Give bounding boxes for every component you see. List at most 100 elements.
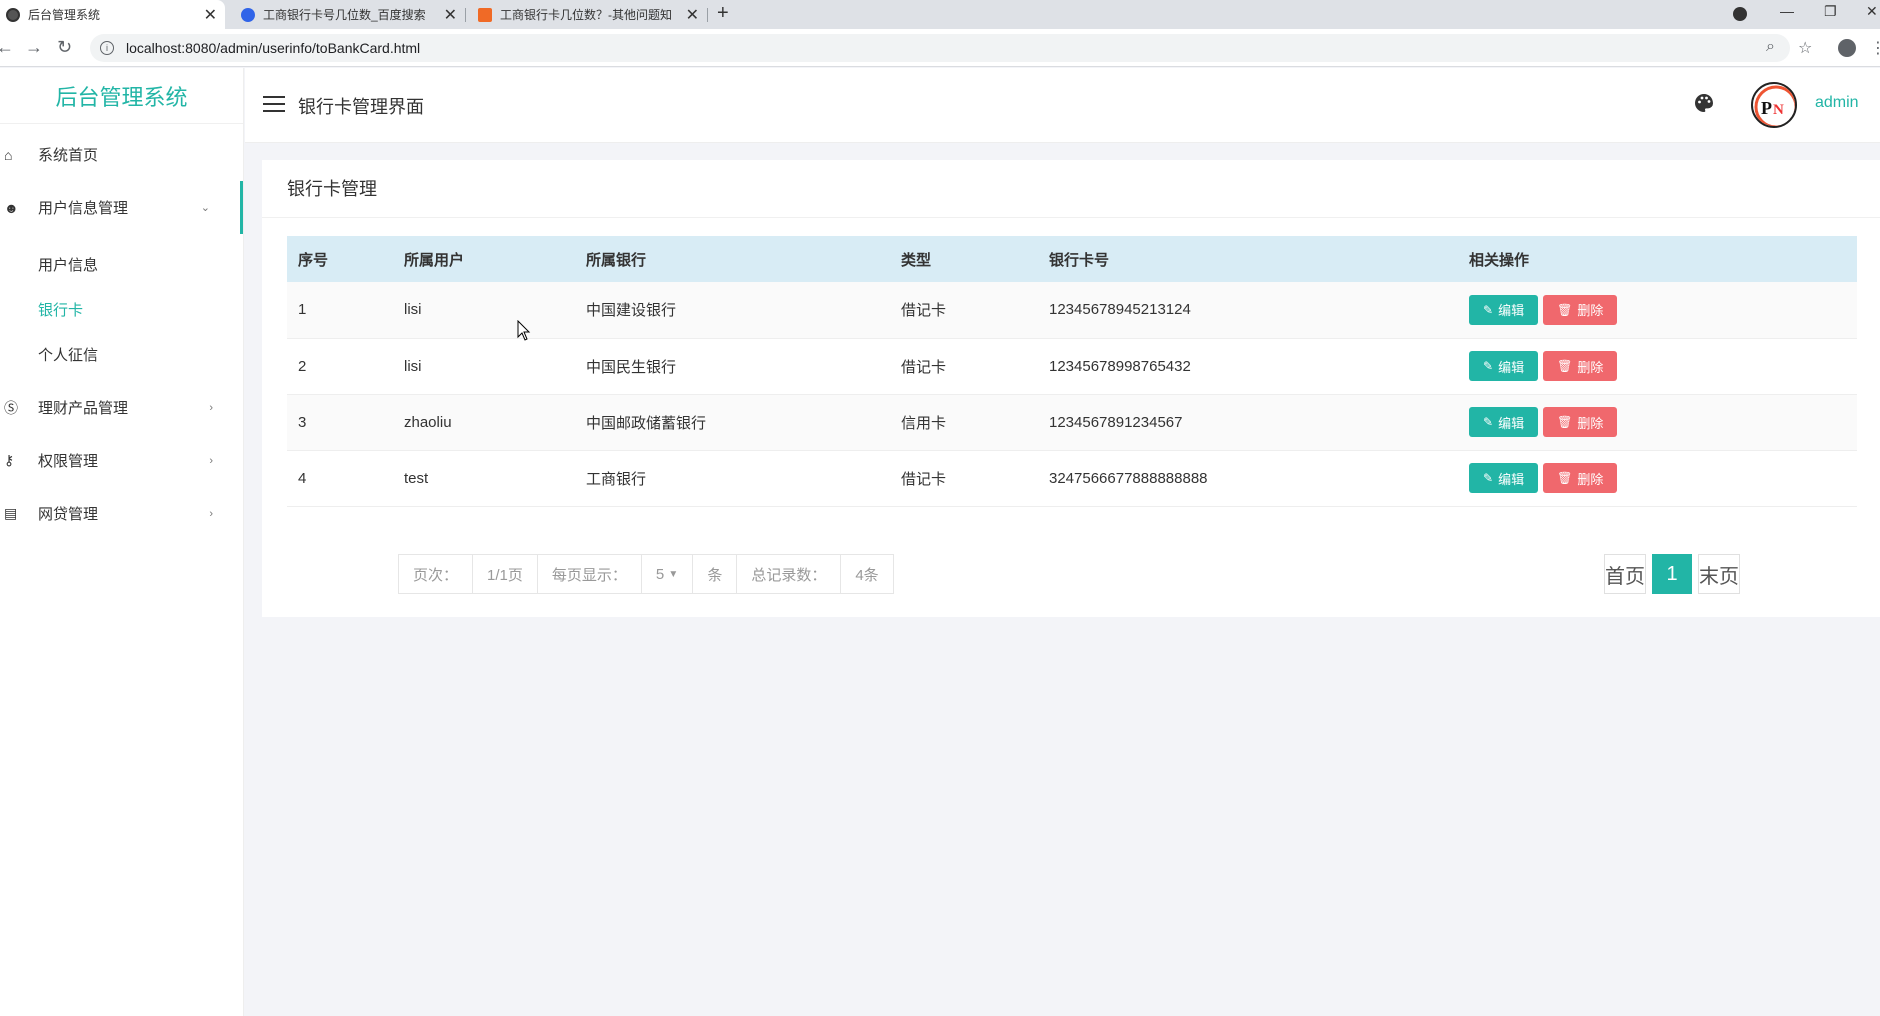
delete-label: 删除 (1577, 303, 1604, 319)
sidebar-item-home[interactable]: ⌂ 系统首页 (0, 128, 243, 181)
star-icon[interactable]: ☆ (1798, 38, 1812, 58)
cell-user: lisi (393, 338, 575, 395)
sidebar-item-label: 用户信息管理 (38, 200, 129, 217)
sidebar-item-permissions[interactable]: ⚷ 权限管理 › (0, 434, 243, 487)
minimize-icon[interactable]: — (1780, 3, 1794, 19)
baidu-paw-icon (241, 7, 255, 22)
cell-id: 1 (287, 282, 393, 339)
cell-bank: 中国民生银行 (575, 338, 890, 395)
cell-bank: 工商银行 (575, 450, 890, 507)
reload-icon[interactable]: ↻ (57, 37, 72, 58)
sidebar-subitem-bank-card[interactable]: 银行卡 (0, 287, 243, 332)
pencil-icon: ✎ (1483, 471, 1494, 485)
sidebar-item-label: 权限管理 (38, 453, 99, 470)
column-header: 所属用户 (393, 236, 575, 282)
bank-card-table: 序号 所属用户 所属银行 类型 银行卡号 相关操作 1 lisi 中国建设银行 … (287, 236, 1857, 507)
new-tab-plus-icon[interactable]: + (717, 2, 729, 25)
trash-icon: 🗑 (1557, 302, 1573, 317)
restore-icon[interactable]: ❐ (1824, 3, 1837, 20)
column-header: 序号 (287, 236, 393, 282)
cell-card-number: 12345678998765432 (1038, 338, 1458, 395)
sidebar-item-finance-products[interactable]: Ⓢ 理财产品管理 › (0, 381, 243, 434)
trash-icon: 🗑 (1557, 359, 1573, 373)
page-title: 银行卡管理界面 (298, 97, 424, 117)
svg-text:P: P (1761, 98, 1772, 118)
cell-card-number: 1234567891234567 (1038, 394, 1458, 451)
cell-type: 信用卡 (890, 394, 1038, 451)
cell-id: 3 (287, 394, 393, 451)
sidebar-subitem-user-info[interactable]: 用户信息 (0, 242, 243, 287)
pencil-icon: ✎ (1483, 415, 1494, 429)
browser-tab-bar: 后台管理系统 ✕ 工商银行卡号几位数_百度搜索 ✕ 工商银行卡几位数？-其他问题… (0, 0, 1880, 29)
menu-toggle-icon[interactable] (263, 96, 285, 112)
close-icon[interactable]: ✕ (444, 5, 457, 25)
info-icon[interactable]: i (100, 41, 114, 55)
back-arrow-icon[interactable]: ← (0, 37, 14, 58)
delete-button[interactable]: 🗑 删除 (1543, 294, 1618, 325)
zoom-icon[interactable]: ⌕ (1766, 38, 1775, 56)
per-page-unit: 条 (693, 555, 738, 593)
edit-button[interactable]: ✎ 编辑 (1469, 351, 1539, 381)
trash-icon: 🗑 (1557, 415, 1573, 429)
username[interactable]: admin (1815, 94, 1859, 112)
mouse-cursor-icon (517, 320, 531, 341)
window-close-icon[interactable]: ✕ (1866, 3, 1878, 20)
chevron-right-icon: › (209, 507, 213, 520)
cell-card-number: 12345678945213124 (1038, 282, 1458, 339)
globe-icon (6, 7, 20, 22)
cell-actions: ✎ 编辑 🗑 删除 (1458, 450, 1857, 507)
dollar-circle-icon: Ⓢ (4, 399, 18, 416)
cell-type: 借记卡 (890, 450, 1038, 507)
browser-tab-zhidao[interactable]: 工商银行卡几位数？-其他问题知 ✕ (472, 0, 708, 29)
sidebar-item-label: 网贷管理 (38, 506, 99, 523)
cell-bank: 中国建设银行 (575, 282, 890, 339)
edit-button[interactable]: ✎ 编辑 (1469, 407, 1539, 437)
svg-text:N: N (1773, 102, 1784, 118)
delete-button[interactable]: 🗑 删除 (1543, 407, 1618, 437)
palette-icon[interactable] (1694, 93, 1714, 113)
current-page-button[interactable]: 1 (1652, 554, 1692, 594)
delete-label: 删除 (1577, 359, 1604, 375)
caret-down-icon: ▼ (668, 568, 679, 580)
pencil-icon: ✎ (1483, 302, 1494, 317)
table-row: 3 zhaoliu 中国邮政储蓄银行 信用卡 1234567891234567 … (287, 394, 1857, 451)
close-icon[interactable]: ✕ (686, 5, 699, 25)
zhidao-icon (478, 7, 492, 22)
cell-id: 2 (287, 338, 393, 395)
per-page-select[interactable]: 5 ▼ (642, 555, 694, 593)
card-title: 银行卡管理 (262, 160, 1880, 218)
top-header: 银行卡管理界面 P N admin (245, 68, 1880, 143)
forward-arrow-icon[interactable]: → (25, 37, 43, 58)
last-page-button[interactable]: 末页 (1698, 554, 1740, 594)
avatar[interactable]: P N (1751, 82, 1797, 128)
bank-card-panel: 银行卡管理 序号 所属用户 所属银行 类型 银行卡号 相关操作 1 lisi 中… (262, 160, 1880, 617)
user-gear-icon: ☻ (4, 199, 19, 216)
chevron-right-icon: › (209, 454, 213, 467)
browser-tab-admin[interactable]: 后台管理系统 ✕ (0, 0, 225, 29)
pagination-info: 页次： 1/1页 每页显示： 5 ▼ 条 总记录数： 4条 (398, 554, 894, 594)
tab-title: 工商银行卡号几位数_百度搜索 (263, 8, 426, 22)
sidebar-item-loans[interactable]: ▤ 网贷管理 › (0, 487, 243, 540)
home-icon: ⌂ (4, 146, 13, 163)
profile-download-icon[interactable] (1733, 7, 1747, 21)
browser-tab-baidu[interactable]: 工商银行卡号几位数_百度搜索 ✕ (235, 0, 466, 29)
url-text: localhost:8080/admin/userinfo/toBankCard… (126, 40, 421, 56)
more-icon[interactable]: ⋮ (1870, 38, 1880, 58)
account-icon[interactable] (1838, 39, 1856, 57)
sidebar-item-label: 理财产品管理 (38, 400, 129, 417)
edit-button[interactable]: ✎ 编辑 (1469, 463, 1539, 493)
url-field[interactable]: i localhost:8080/admin/userinfo/toBankCa… (90, 34, 1790, 62)
sidebar-item-user-info-management[interactable]: ☻ 用户信息管理 ⌄ (0, 181, 243, 234)
sidebar-subitem-label: 银行卡 (38, 302, 84, 319)
close-icon[interactable]: ✕ (204, 5, 217, 25)
cell-actions: ✎ 编辑 🗑 删除 (1458, 282, 1857, 339)
edit-button[interactable]: ✎ 编辑 (1469, 294, 1539, 325)
delete-button[interactable]: 🗑 删除 (1543, 351, 1618, 381)
per-page-value: 5 (655, 565, 665, 583)
first-page-button[interactable]: 首页 (1604, 554, 1646, 594)
delete-button[interactable]: 🗑 删除 (1543, 463, 1618, 493)
sidebar-subitem-credit[interactable]: 个人征信 (0, 332, 243, 377)
column-header: 类型 (890, 236, 1038, 282)
tab-title: 工商银行卡几位数？-其他问题知 (500, 8, 672, 22)
column-header: 所属银行 (575, 236, 890, 282)
